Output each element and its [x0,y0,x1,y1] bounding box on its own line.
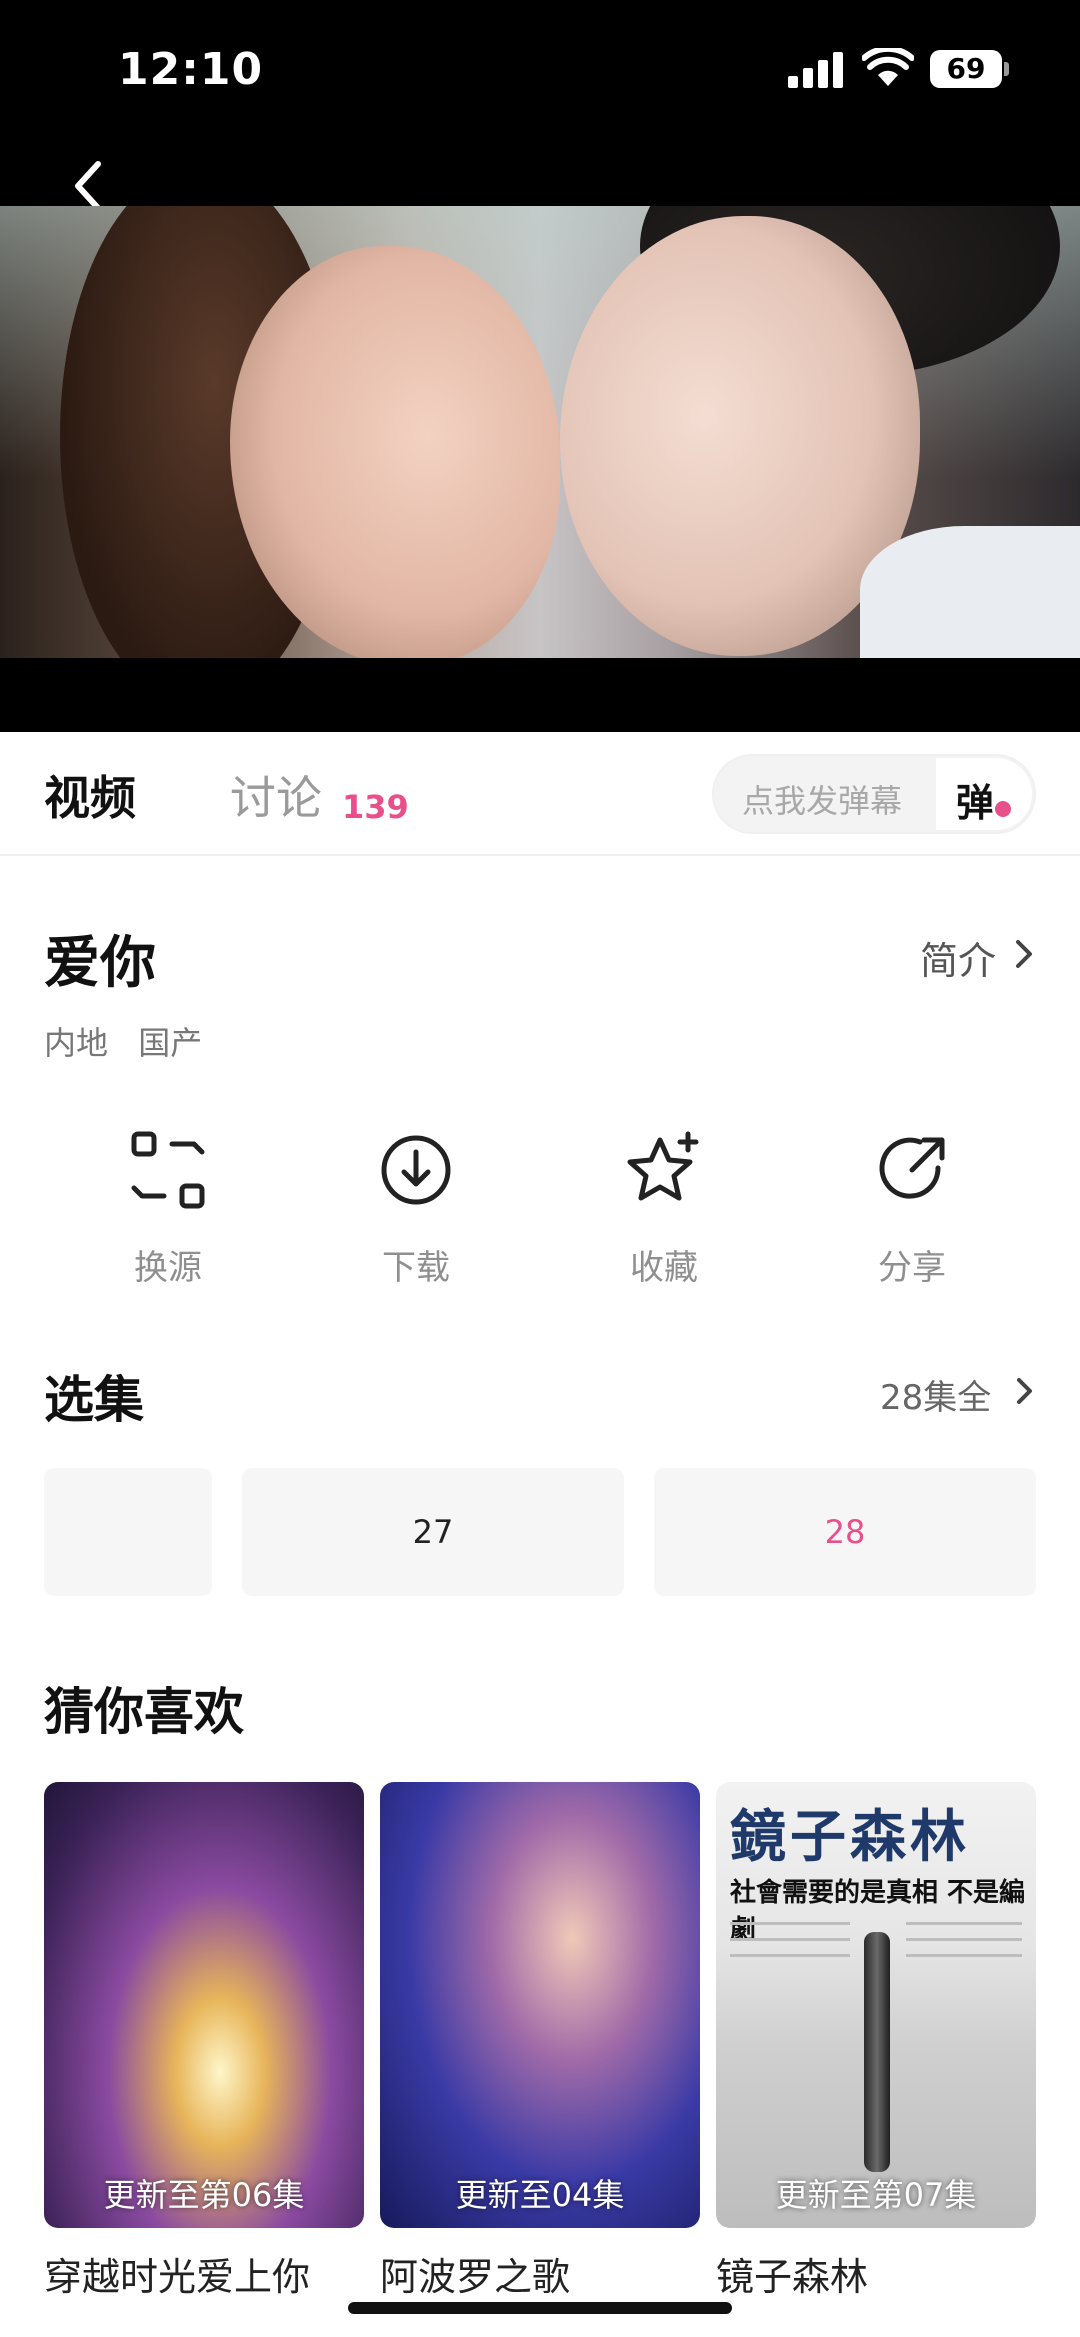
update-badge: 更新至04集 [455,2176,625,2214]
discussion-count-badge: 139 [342,788,409,826]
home-indicator[interactable] [348,2302,732,2314]
episodes-count-link[interactable]: 28集全 [880,1370,991,1419]
episode-button[interactable] [44,1468,212,1596]
download-icon [381,1135,451,1205]
share-button[interactable]: 分享 [832,1130,992,1289]
switch-source-button[interactable]: 换源 [88,1130,248,1289]
recommend-title[interactable]: 镜子森林 [716,2246,1036,2301]
show-tags: 内地 国产 [44,1018,222,1064]
intro-link[interactable]: 简介 [920,930,996,985]
recommend-poster[interactable]: 更新至04集 [380,1782,700,2228]
recommend-card[interactable]: 更新至第06集 穿越时光爱上你 [44,1782,364,2301]
update-badge: 更新至第06集 [103,2176,305,2214]
favorite-button[interactable]: 收藏 [584,1130,744,1289]
danmaku-check-icon [992,798,1014,820]
switch-source-label: 换源 [134,1248,202,1288]
share-label: 分享 [878,1248,946,1288]
favorite-star-icon [627,1131,699,1201]
danmaku-input[interactable]: 点我发弹幕 弹 [712,754,1036,834]
poster-title-text: 鏡子森林 [730,1804,970,1870]
chevron-right-icon[interactable] [1014,1372,1036,1410]
status-time: 12:10 [118,44,264,95]
recommend-card[interactable]: 更新至04集 阿波罗之歌 [380,1782,700,2301]
episode-button-27[interactable]: 27 [242,1468,624,1596]
download-button[interactable]: 下载 [336,1130,496,1289]
favorite-label: 收藏 [630,1248,698,1288]
download-label: 下载 [382,1248,450,1288]
episode-button-28[interactable]: 28 [654,1468,1036,1596]
video-bottom-band [0,658,1080,732]
status-bar [0,0,1080,206]
battery-tip [1004,62,1009,76]
switch-source-icon [131,1131,205,1209]
signal-icon [788,52,844,88]
tab-discussion[interactable]: 讨论 [230,762,322,828]
recommend-poster[interactable]: 更新至第06集 [44,1782,364,2228]
danmaku-placeholder: 点我发弹幕 [742,782,903,820]
chevron-right-icon[interactable] [1012,934,1036,974]
share-icon [879,1137,945,1199]
recommend-heading: 猜你喜欢 [44,1683,244,1741]
recommend-title[interactable]: 穿越时光爱上你 [44,2246,364,2301]
update-badge: 更新至第07集 [775,2176,977,2214]
tab-video[interactable]: 视频 [44,762,136,828]
pen-image [864,1932,890,2172]
wifi-icon [862,48,914,86]
tag-region: 内地 [44,1024,109,1062]
tab-bar: 视频 讨论 139 点我发弹幕 弹 [0,732,1080,856]
danmaku-button-label: 弹 [956,781,995,825]
show-title: 爱你 [44,931,156,996]
battery-indicator: 69 [930,50,1002,88]
episodes-heading: 选集 [44,1371,144,1429]
recommend-poster[interactable]: 鏡子森林 社會需要的是真相 不是編劇 更新至第07集 [716,1782,1036,2228]
video-player[interactable] [0,206,1080,658]
recommend-card[interactable]: 鏡子森林 社會需要的是真相 不是編劇 更新至第07集 镜子森林 [716,1782,1036,2301]
recommend-title[interactable]: 阿波罗之歌 [380,2246,700,2301]
danmaku-toggle-button[interactable]: 弹 [936,758,1032,830]
tag-origin: 国产 [138,1024,203,1062]
